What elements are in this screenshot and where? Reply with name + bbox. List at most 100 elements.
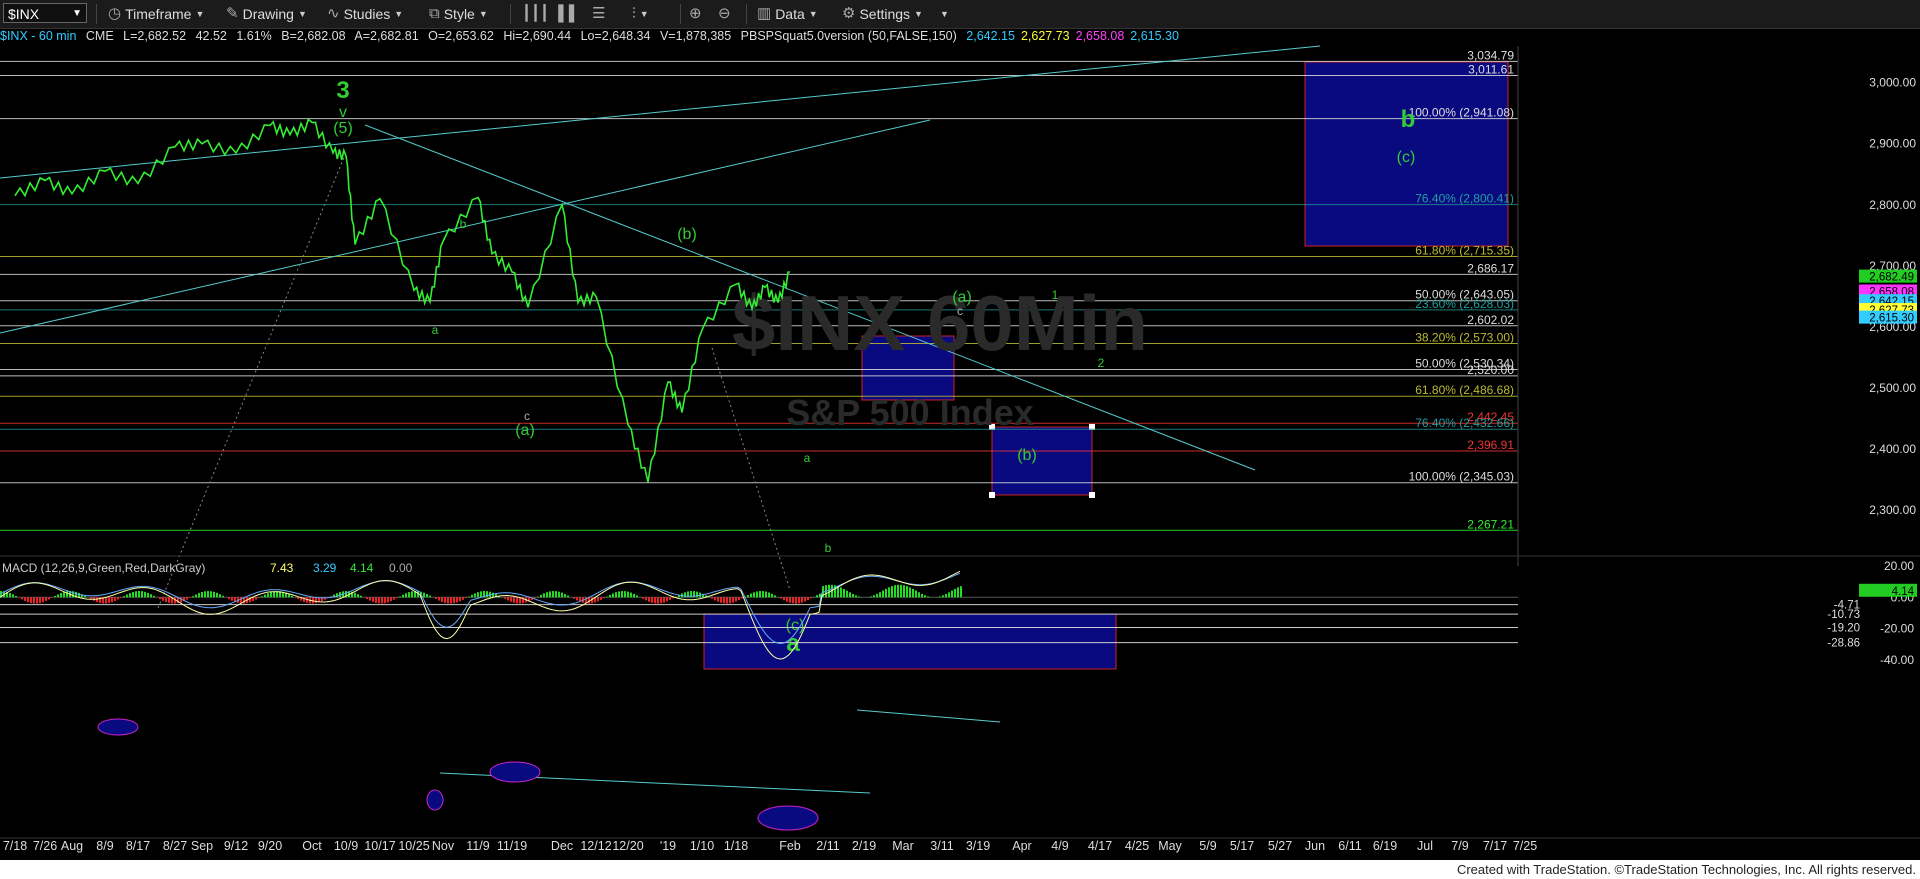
wave-label: a (432, 323, 439, 337)
macd-histogram-bar (477, 592, 479, 598)
time-tick: 11/19 (497, 839, 527, 853)
macd-histogram-bar (789, 597, 791, 603)
macd-histogram-bar (615, 592, 617, 598)
level-label: 2,396.91 (1467, 438, 1514, 452)
macd-histogram-bar (354, 592, 356, 598)
macd-value: 3.29 (313, 561, 337, 575)
box-b-target (991, 426, 1093, 496)
price-tick: 3,000.00 (1869, 76, 1916, 90)
macd-histogram-bar (165, 597, 167, 603)
macd-histogram-bar (771, 593, 773, 598)
macd-histogram-bar (747, 595, 749, 598)
macd-histogram-bar (105, 597, 107, 604)
watermark-title: $INX 60Min (732, 279, 1148, 367)
time-tick: 4/25 (1125, 839, 1149, 853)
wave-label: c (957, 304, 963, 318)
time-tick: 4/17 (1088, 839, 1112, 853)
macd-histogram-bar (204, 591, 206, 598)
macd-histogram-bar (723, 597, 725, 604)
price-chart[interactable]: 3,034.793,011.61 100.00% (2,941.08) 76.40%… (0, 0, 1920, 860)
wave-label: (5) (333, 120, 353, 137)
time-tick: 11/9 (466, 839, 489, 853)
macd-histogram-bar (123, 596, 125, 598)
macd-histogram-bar (915, 590, 917, 598)
macd-histogram-bar (9, 592, 11, 598)
macd-histogram-bar (636, 595, 638, 598)
macd-histogram-bar (96, 597, 98, 603)
macd-histogram-bar (768, 592, 770, 598)
macd-histogram-bar (201, 592, 203, 598)
macd-histogram-bar (645, 597, 647, 601)
macd-histogram-bar (288, 594, 290, 598)
time-tick: 7/26 (33, 839, 57, 853)
macd-divergence-marker (426, 789, 444, 811)
macd-histogram-bar (189, 597, 191, 598)
macd-histogram-bar (561, 592, 563, 598)
macd-histogram-bar (42, 597, 44, 603)
macd-histogram-bar (786, 597, 788, 602)
macd-histogram-bar (513, 597, 515, 603)
trend-line (711, 347, 791, 591)
macd-histogram-bar (405, 593, 407, 598)
macd-histogram-bar (807, 597, 809, 601)
macd-histogram-bar (264, 594, 266, 598)
macd-histogram-bar (21, 597, 23, 600)
macd-histogram-bar (792, 597, 794, 604)
macd-histogram-bar (447, 597, 449, 604)
wave-label: a (786, 630, 800, 657)
macd-histogram-bar (78, 592, 80, 598)
macd-histogram-bar (84, 595, 86, 598)
time-tick: 5/17 (1230, 839, 1254, 853)
macd-histogram-bar (492, 592, 494, 598)
macd-histogram-bar (897, 584, 899, 598)
macd-histogram-bar (762, 591, 764, 598)
macd-histogram-bar (129, 593, 131, 598)
time-tick: 6/19 (1373, 839, 1397, 853)
macd-value: 0.00 (389, 561, 413, 575)
macd-histogram-bar (465, 597, 467, 599)
macd-histogram-bar (273, 591, 275, 598)
macd-histogram-bar (132, 591, 134, 598)
macd-histogram-bar (882, 590, 884, 598)
time-tick: 8/27 (163, 839, 187, 853)
macd-histogram-bar (630, 592, 632, 598)
macd-histogram-bar (840, 587, 842, 598)
macd-histogram-bar (456, 597, 458, 603)
macd-histogram-bar (504, 597, 506, 599)
box-handle (989, 492, 995, 498)
wave-label: b (825, 541, 832, 555)
macd-histogram-bar (900, 584, 902, 598)
macd-histogram-bar (444, 597, 446, 603)
macd-histogram-bar (567, 595, 569, 598)
watermark-subtitle: S&P 500 Index (786, 392, 1033, 433)
wave-label: (b) (677, 226, 697, 243)
macd-histogram-bar (45, 597, 47, 601)
macd-divergence-marker (489, 761, 541, 783)
wave-label: c (524, 409, 530, 423)
macd-value: 4.14 (350, 561, 374, 575)
level-label: 61.80% (2,715.35) (1415, 244, 1514, 258)
macd-histogram-bar (891, 586, 893, 598)
macd-histogram-bar (168, 597, 170, 603)
macd-histogram-bar (117, 597, 119, 600)
macd-histogram-bar (387, 597, 389, 603)
time-tick: Nov (432, 839, 455, 853)
macd-histogram-bar (684, 592, 686, 598)
macd-tick: 20.00 (1884, 559, 1914, 573)
macd-histogram-bar (855, 595, 857, 598)
time-tick: May (1158, 839, 1182, 853)
level-label: 38.20% (2,573.00) (1415, 330, 1514, 344)
macd-histogram-bar (732, 597, 734, 603)
price-tag: 2,682.49 (1869, 272, 1914, 284)
macd-tick: -40.00 (1880, 653, 1914, 667)
macd-histogram-bar (906, 586, 908, 598)
macd-histogram-bar (534, 597, 536, 599)
macd-histogram-bar (852, 593, 854, 598)
trend-line (856, 709, 1001, 723)
time-tick: '19 (660, 839, 676, 853)
macd-histogram-bar (948, 592, 950, 598)
macd-histogram-bar (957, 587, 959, 598)
macd-histogram-bar (423, 592, 425, 598)
macd-histogram-bar (15, 595, 17, 598)
macd-histogram-bar (360, 595, 362, 598)
